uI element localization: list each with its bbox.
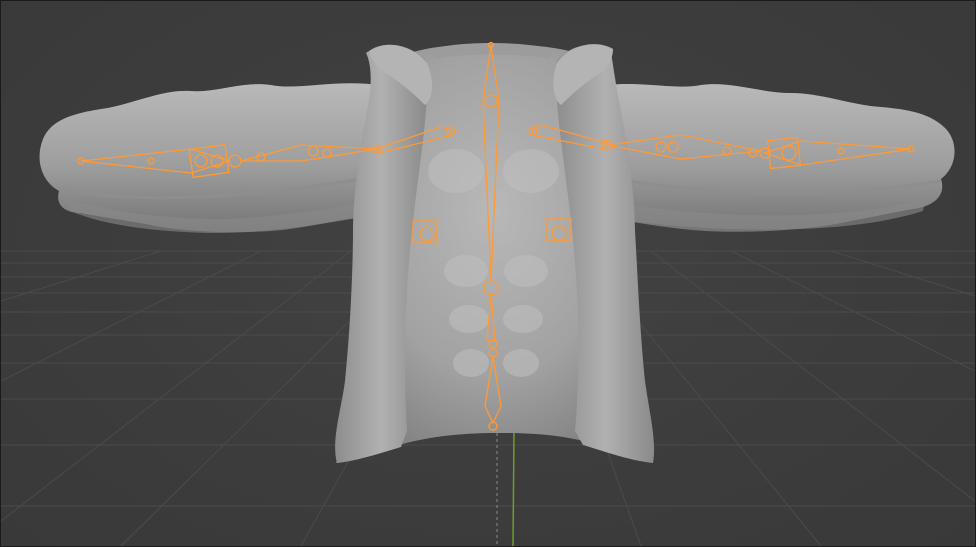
y-axis-line bbox=[512, 430, 515, 546]
sculpted-jacket-mesh[interactable] bbox=[39, 43, 955, 463]
viewport-canvas[interactable] bbox=[1, 1, 975, 546]
3d-viewport[interactable] bbox=[0, 0, 976, 547]
